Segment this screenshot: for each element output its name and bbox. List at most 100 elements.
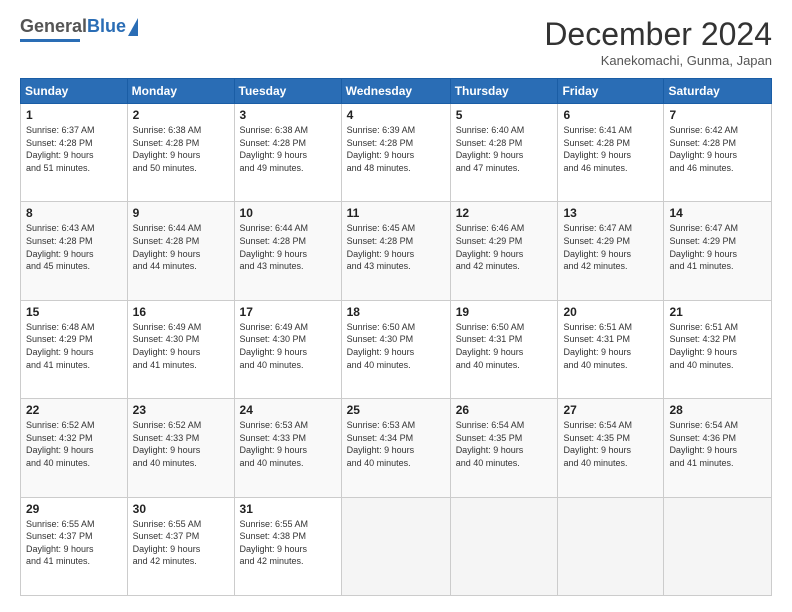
day-info: Sunrise: 6:52 AMSunset: 4:33 PMDaylight:…	[133, 419, 229, 469]
day-number: 8	[26, 206, 122, 220]
day-number: 11	[347, 206, 445, 220]
day-number: 12	[456, 206, 553, 220]
day-info: Sunrise: 6:38 AMSunset: 4:28 PMDaylight:…	[133, 124, 229, 174]
day-info: Sunrise: 6:37 AMSunset: 4:28 PMDaylight:…	[26, 124, 122, 174]
table-row: 30 Sunrise: 6:55 AMSunset: 4:37 PMDaylig…	[127, 497, 234, 595]
table-row: 21 Sunrise: 6:51 AMSunset: 4:32 PMDaylig…	[664, 300, 772, 398]
table-row: 29 Sunrise: 6:55 AMSunset: 4:37 PMDaylig…	[21, 497, 128, 595]
calendar-table: Sunday Monday Tuesday Wednesday Thursday…	[20, 78, 772, 596]
table-row: 17 Sunrise: 6:49 AMSunset: 4:30 PMDaylig…	[234, 300, 341, 398]
table-row: 28 Sunrise: 6:54 AMSunset: 4:36 PMDaylig…	[664, 399, 772, 497]
day-number: 21	[669, 305, 766, 319]
day-number: 15	[26, 305, 122, 319]
col-wednesday: Wednesday	[341, 79, 450, 104]
table-row: 5 Sunrise: 6:40 AMSunset: 4:28 PMDayligh…	[450, 104, 558, 202]
day-number: 28	[669, 403, 766, 417]
day-number: 14	[669, 206, 766, 220]
logo-blue: Blue	[87, 16, 126, 37]
day-number: 20	[563, 305, 658, 319]
page: General Blue December 2024 Kanekomachi, …	[0, 0, 792, 612]
day-info: Sunrise: 6:47 AMSunset: 4:29 PMDaylight:…	[563, 222, 658, 272]
day-info: Sunrise: 6:41 AMSunset: 4:28 PMDaylight:…	[563, 124, 658, 174]
day-info: Sunrise: 6:47 AMSunset: 4:29 PMDaylight:…	[669, 222, 766, 272]
table-row: 7 Sunrise: 6:42 AMSunset: 4:28 PMDayligh…	[664, 104, 772, 202]
table-row: 31 Sunrise: 6:55 AMSunset: 4:38 PMDaylig…	[234, 497, 341, 595]
day-info: Sunrise: 6:53 AMSunset: 4:34 PMDaylight:…	[347, 419, 445, 469]
table-row	[450, 497, 558, 595]
day-info: Sunrise: 6:50 AMSunset: 4:31 PMDaylight:…	[456, 321, 553, 371]
day-info: Sunrise: 6:45 AMSunset: 4:28 PMDaylight:…	[347, 222, 445, 272]
logo: General Blue	[20, 16, 138, 42]
col-tuesday: Tuesday	[234, 79, 341, 104]
table-row: 20 Sunrise: 6:51 AMSunset: 4:31 PMDaylig…	[558, 300, 664, 398]
day-number: 7	[669, 108, 766, 122]
day-number: 17	[240, 305, 336, 319]
day-number: 10	[240, 206, 336, 220]
day-number: 19	[456, 305, 553, 319]
table-row: 14 Sunrise: 6:47 AMSunset: 4:29 PMDaylig…	[664, 202, 772, 300]
day-info: Sunrise: 6:44 AMSunset: 4:28 PMDaylight:…	[133, 222, 229, 272]
day-number: 31	[240, 502, 336, 516]
day-number: 18	[347, 305, 445, 319]
day-number: 13	[563, 206, 658, 220]
day-number: 6	[563, 108, 658, 122]
table-row: 3 Sunrise: 6:38 AMSunset: 4:28 PMDayligh…	[234, 104, 341, 202]
table-row: 6 Sunrise: 6:41 AMSunset: 4:28 PMDayligh…	[558, 104, 664, 202]
day-info: Sunrise: 6:46 AMSunset: 4:29 PMDaylight:…	[456, 222, 553, 272]
table-row: 15 Sunrise: 6:48 AMSunset: 4:29 PMDaylig…	[21, 300, 128, 398]
day-info: Sunrise: 6:54 AMSunset: 4:36 PMDaylight:…	[669, 419, 766, 469]
table-row	[664, 497, 772, 595]
table-row: 23 Sunrise: 6:52 AMSunset: 4:33 PMDaylig…	[127, 399, 234, 497]
logo-triangle-icon	[128, 18, 138, 36]
table-row: 8 Sunrise: 6:43 AMSunset: 4:28 PMDayligh…	[21, 202, 128, 300]
day-info: Sunrise: 6:54 AMSunset: 4:35 PMDaylight:…	[563, 419, 658, 469]
day-info: Sunrise: 6:43 AMSunset: 4:28 PMDaylight:…	[26, 222, 122, 272]
day-number: 3	[240, 108, 336, 122]
col-monday: Monday	[127, 79, 234, 104]
day-info: Sunrise: 6:48 AMSunset: 4:29 PMDaylight:…	[26, 321, 122, 371]
day-number: 29	[26, 502, 122, 516]
day-info: Sunrise: 6:55 AMSunset: 4:38 PMDaylight:…	[240, 518, 336, 568]
day-info: Sunrise: 6:50 AMSunset: 4:30 PMDaylight:…	[347, 321, 445, 371]
day-info: Sunrise: 6:42 AMSunset: 4:28 PMDaylight:…	[669, 124, 766, 174]
logo-text: General Blue	[20, 16, 138, 37]
day-info: Sunrise: 6:49 AMSunset: 4:30 PMDaylight:…	[240, 321, 336, 371]
header-row: Sunday Monday Tuesday Wednesday Thursday…	[21, 79, 772, 104]
col-thursday: Thursday	[450, 79, 558, 104]
header: General Blue December 2024 Kanekomachi, …	[20, 16, 772, 68]
table-row: 24 Sunrise: 6:53 AMSunset: 4:33 PMDaylig…	[234, 399, 341, 497]
table-row: 9 Sunrise: 6:44 AMSunset: 4:28 PMDayligh…	[127, 202, 234, 300]
table-row: 19 Sunrise: 6:50 AMSunset: 4:31 PMDaylig…	[450, 300, 558, 398]
day-info: Sunrise: 6:51 AMSunset: 4:31 PMDaylight:…	[563, 321, 658, 371]
table-row: 16 Sunrise: 6:49 AMSunset: 4:30 PMDaylig…	[127, 300, 234, 398]
day-info: Sunrise: 6:38 AMSunset: 4:28 PMDaylight:…	[240, 124, 336, 174]
col-saturday: Saturday	[664, 79, 772, 104]
day-number: 1	[26, 108, 122, 122]
day-info: Sunrise: 6:49 AMSunset: 4:30 PMDaylight:…	[133, 321, 229, 371]
col-sunday: Sunday	[21, 79, 128, 104]
table-row: 27 Sunrise: 6:54 AMSunset: 4:35 PMDaylig…	[558, 399, 664, 497]
table-row: 2 Sunrise: 6:38 AMSunset: 4:28 PMDayligh…	[127, 104, 234, 202]
day-info: Sunrise: 6:40 AMSunset: 4:28 PMDaylight:…	[456, 124, 553, 174]
location-subtitle: Kanekomachi, Gunma, Japan	[544, 53, 772, 68]
day-info: Sunrise: 6:39 AMSunset: 4:28 PMDaylight:…	[347, 124, 445, 174]
table-row: 18 Sunrise: 6:50 AMSunset: 4:30 PMDaylig…	[341, 300, 450, 398]
table-row	[341, 497, 450, 595]
day-number: 22	[26, 403, 122, 417]
day-info: Sunrise: 6:53 AMSunset: 4:33 PMDaylight:…	[240, 419, 336, 469]
day-number: 23	[133, 403, 229, 417]
table-row: 12 Sunrise: 6:46 AMSunset: 4:29 PMDaylig…	[450, 202, 558, 300]
day-number: 16	[133, 305, 229, 319]
day-info: Sunrise: 6:54 AMSunset: 4:35 PMDaylight:…	[456, 419, 553, 469]
day-info: Sunrise: 6:44 AMSunset: 4:28 PMDaylight:…	[240, 222, 336, 272]
title-block: December 2024 Kanekomachi, Gunma, Japan	[544, 16, 772, 68]
day-number: 4	[347, 108, 445, 122]
day-info: Sunrise: 6:51 AMSunset: 4:32 PMDaylight:…	[669, 321, 766, 371]
table-row: 11 Sunrise: 6:45 AMSunset: 4:28 PMDaylig…	[341, 202, 450, 300]
table-row: 10 Sunrise: 6:44 AMSunset: 4:28 PMDaylig…	[234, 202, 341, 300]
day-number: 5	[456, 108, 553, 122]
table-row: 22 Sunrise: 6:52 AMSunset: 4:32 PMDaylig…	[21, 399, 128, 497]
logo-general: General	[20, 16, 87, 37]
logo-underline	[20, 39, 80, 42]
table-row: 4 Sunrise: 6:39 AMSunset: 4:28 PMDayligh…	[341, 104, 450, 202]
